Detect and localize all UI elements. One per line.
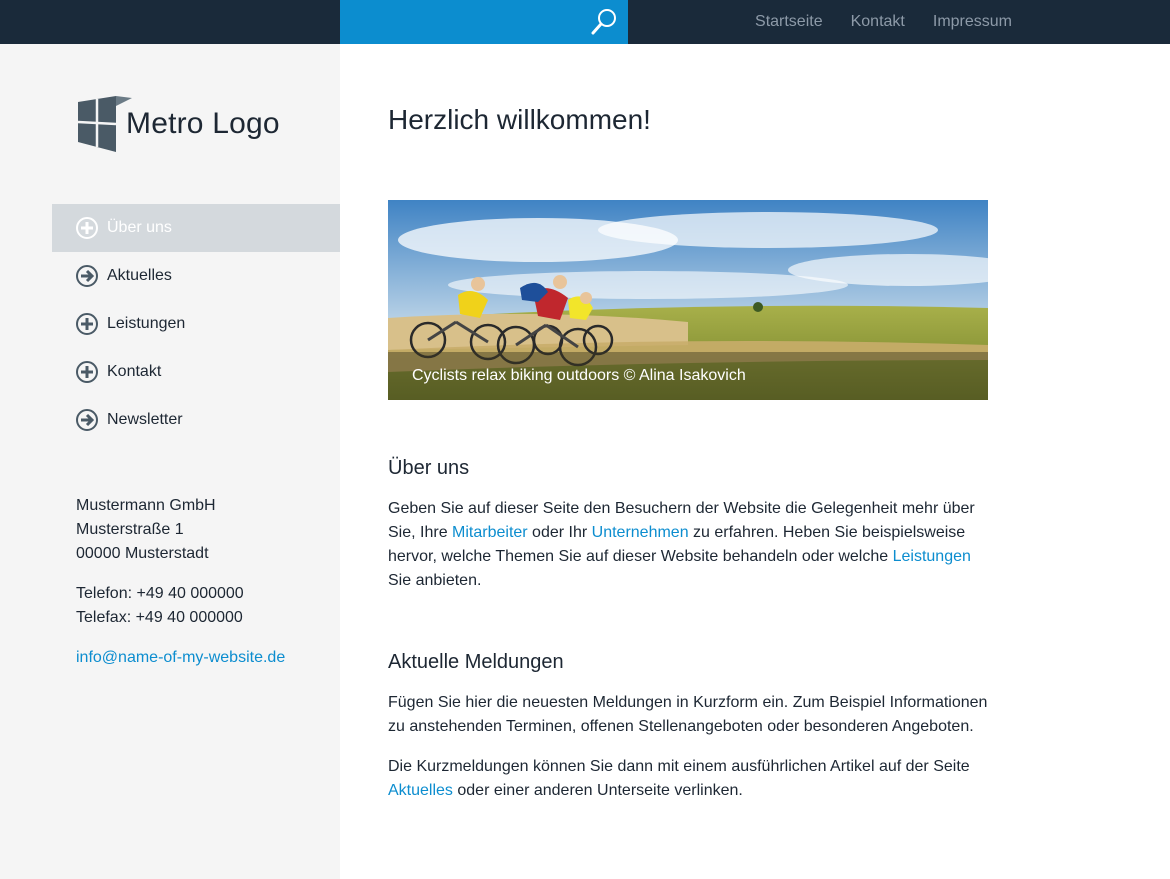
link-mitarbeiter[interactable]: Mitarbeiter	[452, 524, 528, 541]
sidebar-item-label: Aktuelles	[107, 267, 172, 284]
plus-circle-icon	[76, 313, 98, 335]
sidebar-item-aktuelles[interactable]: Aktuelles	[52, 252, 340, 300]
company-phone: Telefon: +49 40 000000	[76, 585, 244, 602]
news-text: Die Kurzmeldungen können Sie dann mit ei…	[388, 758, 970, 775]
hero-caption: Cyclists relax biking outdoors © Alina I…	[388, 352, 988, 400]
link-aktuelles[interactable]: Aktuelles	[388, 782, 453, 799]
top-nav-impressum[interactable]: Impressum	[933, 13, 1012, 31]
sidebar-item-label: Newsletter	[107, 411, 183, 428]
company-city: 00000 Musterstadt	[76, 545, 209, 562]
company-fax: Telefax: +49 40 000000	[76, 609, 243, 626]
sidebar-item-leistungen[interactable]: Leistungen	[52, 300, 340, 348]
arrow-right-circle-icon	[76, 265, 98, 287]
sidebar-item-ueber-uns[interactable]: Über uns	[52, 204, 340, 252]
link-unternehmen[interactable]: Unternehmen	[592, 524, 689, 541]
arrow-right-circle-icon	[76, 409, 98, 431]
sidebar-item-label: Über uns	[107, 219, 172, 236]
sidebar-item-kontakt[interactable]: Kontakt	[52, 348, 340, 396]
top-nav-startseite[interactable]: Startseite	[755, 13, 823, 31]
sidebar-navigation: Über uns Aktuelles Leistungen Kontakt Ne…	[52, 204, 340, 444]
search-bar[interactable]	[340, 0, 628, 44]
sidebar-item-label: Leistungen	[107, 315, 186, 332]
news-paragraph-2: Die Kurzmeldungen können Sie dann mit ei…	[388, 755, 988, 803]
sidebar-item-newsletter[interactable]: Newsletter	[52, 396, 340, 444]
plus-circle-icon	[76, 217, 98, 239]
about-section: Über uns Geben Sie auf dieser Seite den …	[388, 457, 988, 593]
logo[interactable]: Metro Logo	[76, 96, 280, 152]
top-bar: Startseite Kontakt Impressum	[0, 0, 1170, 44]
search-icon[interactable]	[590, 7, 618, 37]
company-address: Mustermann GmbH Musterstraße 1 00000 Mus…	[76, 494, 285, 686]
hero-image: Cyclists relax biking outdoors © Alina I…	[388, 200, 988, 400]
about-text: oder Ihr	[527, 524, 592, 541]
news-text: oder einer anderen Unterseite verlinken.	[452, 782, 743, 799]
sidebar-item-label: Kontakt	[107, 363, 162, 380]
about-heading: Über uns	[388, 457, 470, 479]
plus-circle-icon	[76, 361, 98, 383]
logo-icon	[77, 96, 132, 152]
company-street: Musterstraße 1	[76, 521, 184, 538]
about-paragraph: Geben Sie auf dieser Seite den Besuchern…	[388, 497, 988, 593]
news-section: Aktuelle Meldungen Fügen Sie hier die ne…	[388, 651, 988, 803]
page-title: Herzlich willkommen!	[388, 104, 651, 135]
email-link[interactable]: info@name-of-my-website.de	[76, 649, 285, 666]
logo-text: Metro Logo	[126, 107, 280, 140]
sidebar: Metro Logo Über uns Aktuelles Leistungen…	[0, 44, 340, 879]
about-text: Sie anbieten.	[388, 572, 482, 589]
news-heading: Aktuelle Meldungen	[388, 651, 564, 673]
company-name: Mustermann GmbH	[76, 497, 216, 514]
news-paragraph-1: Fügen Sie hier die neuesten Meldungen in…	[388, 694, 988, 735]
top-nav-kontakt[interactable]: Kontakt	[851, 13, 905, 31]
link-leistungen[interactable]: Leistungen	[893, 548, 971, 565]
top-navigation: Startseite Kontakt Impressum	[755, 0, 1012, 44]
